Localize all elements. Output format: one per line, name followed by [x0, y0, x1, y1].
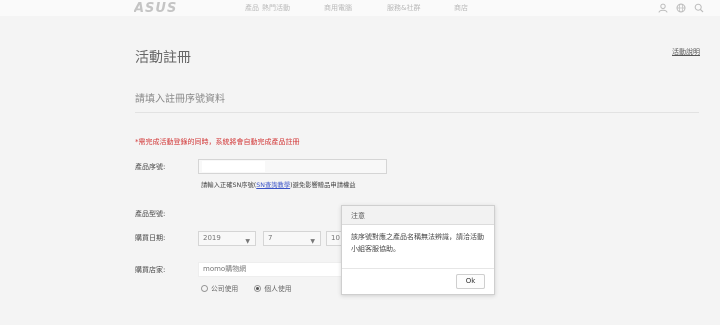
store-input[interactable]: momo購物網 — [198, 262, 342, 277]
nav-item-products[interactable]: 產品 — [245, 3, 259, 13]
alert-dialog: 注意 該序號對應之產品名稱無法辨識，請洽活動小組客服協助。 Ok — [341, 205, 495, 295]
dialog-message: 該序號對應之產品名稱無法辨識，請洽活動小組客服協助。 — [351, 233, 484, 253]
year-select[interactable]: 2019 ▼ — [198, 231, 256, 246]
chevron-down-icon: ▼ — [310, 238, 315, 245]
usage-option-company[interactable]: 公司使用 — [201, 283, 238, 293]
model-label: 產品型號: — [135, 210, 166, 218]
serial-hint: 請輸入正確SN序號(SN查詢教學)避免影響贈品申請權益 — [201, 180, 356, 189]
top-navigation-bar: ASUS 產品 熱門活動 商用電腦 服務&社群 商店 — [0, 0, 720, 16]
asus-logo[interactable]: ASUS — [134, 1, 186, 13]
ok-button[interactable]: Ok — [456, 274, 485, 289]
serial-hint-suffix: )避免影響贈品申請權益 — [290, 182, 356, 189]
radio-checked-icon[interactable] — [254, 285, 262, 292]
serial-hint-text: 請輸入正確SN序號( — [201, 182, 257, 189]
serial-label: 產品序號: — [135, 163, 166, 171]
year-value: 2019 — [203, 234, 221, 242]
section-divider — [135, 112, 699, 113]
usage-option-label: 公司使用 — [211, 285, 239, 293]
day-value: 10 — [331, 234, 340, 242]
page-title: 活動註冊 — [135, 50, 191, 66]
user-icon[interactable] — [658, 3, 668, 13]
dialog-title: 注意 — [342, 206, 494, 225]
day-select[interactable]: 10 — [326, 231, 342, 246]
serial-number-value — [202, 161, 265, 172]
date-label: 購買日期: — [135, 234, 166, 242]
usage-radio-group: 公司使用 個人使用 — [201, 283, 306, 293]
sn-lookup-link[interactable]: SN查詢教學 — [256, 182, 290, 189]
event-info-link[interactable]: 活動說明 — [672, 47, 700, 57]
month-select[interactable]: 7 ▼ — [263, 231, 321, 246]
chevron-down-icon: ▼ — [245, 238, 250, 245]
svg-text:ASUS: ASUS — [134, 1, 177, 13]
registration-warning: *需完成活動登錄的同時，系統將會自動完成產品註冊 — [135, 138, 300, 146]
section-title: 請填入註冊序號資料 — [135, 94, 225, 105]
dialog-footer: Ok — [342, 268, 494, 294]
search-icon[interactable] — [694, 3, 704, 13]
nav-item-business[interactable]: 商用電腦 — [324, 3, 352, 13]
nav-item-service[interactable]: 服務&社群 — [387, 3, 420, 13]
store-value: momo購物網 — [203, 265, 247, 273]
globe-icon[interactable] — [676, 3, 686, 13]
month-value: 7 — [268, 234, 273, 242]
usage-option-personal[interactable]: 個人使用 — [254, 283, 292, 293]
radio-icon[interactable] — [201, 285, 208, 292]
store-label: 購買店家: — [135, 266, 166, 274]
nav-item-store[interactable]: 商店 — [454, 3, 468, 13]
nav-item-events[interactable]: 熱門活動 — [262, 3, 290, 13]
usage-option-label: 個人使用 — [264, 285, 292, 293]
serial-number-input[interactable] — [198, 159, 387, 174]
